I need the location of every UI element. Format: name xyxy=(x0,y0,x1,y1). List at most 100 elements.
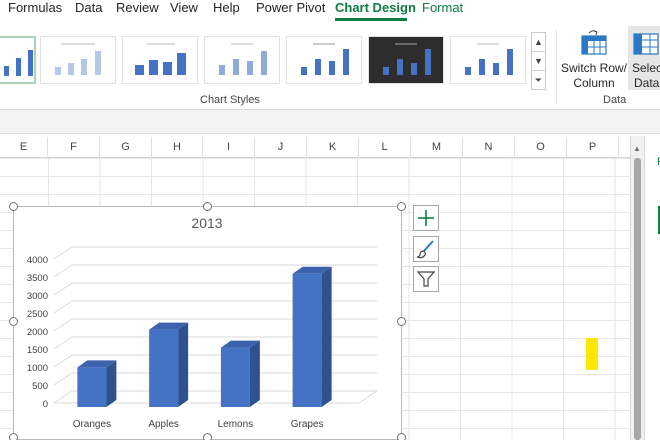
chevron-down-icon[interactable]: ▼ xyxy=(532,52,545,71)
tab-formulas[interactable]: Formulas xyxy=(8,0,62,20)
chart-styles-group-label: Chart Styles xyxy=(200,94,260,106)
column-header-g[interactable]: G xyxy=(100,137,152,158)
column-header-p[interactable]: P xyxy=(567,137,619,158)
tab-power-pivot[interactable]: Power Pivot xyxy=(256,0,325,20)
chart-elements-button[interactable] xyxy=(413,205,439,231)
bar-front xyxy=(220,347,250,407)
column-header-n[interactable]: N xyxy=(463,137,515,158)
chart-style-3[interactable] xyxy=(122,36,198,84)
active-tab-underline xyxy=(335,18,407,21)
side-pane-edge: F xyxy=(644,136,660,440)
resize-handle-top-left[interactable] xyxy=(9,202,18,211)
resize-handle-top[interactable] xyxy=(203,202,212,211)
y-tick-label: 1500 xyxy=(27,345,48,356)
y-tick-label: 4000 xyxy=(27,255,48,266)
chart-style-4[interactable] xyxy=(204,36,280,84)
y-tick-label: 0 xyxy=(43,399,48,410)
chart-styles-button[interactable] xyxy=(413,236,439,262)
gridline-slant xyxy=(53,300,73,314)
highlighted-cell[interactable] xyxy=(586,338,598,370)
y-tick-label: 3500 xyxy=(27,273,48,284)
y-tick-label: 500 xyxy=(32,381,48,392)
column-header-k[interactable]: K xyxy=(307,137,359,158)
tab-review[interactable]: Review xyxy=(116,0,159,20)
group-separator xyxy=(556,30,557,104)
column-header-h[interactable]: H xyxy=(152,137,203,158)
bar-chart-3d: 2013 0 500 1000 1500 2000 2500 3000 3500 4000 Oran… xyxy=(27,215,378,430)
resize-handle-bottom-right[interactable] xyxy=(397,433,406,440)
chart-filters-icon xyxy=(416,271,436,287)
chart-style-5[interactable] xyxy=(286,36,362,84)
column-header-o[interactable]: O xyxy=(515,137,567,158)
bar-side xyxy=(249,340,260,407)
switch-row-column-label-2: Column xyxy=(573,76,615,90)
column-header-f[interactable]: F xyxy=(48,137,100,158)
switch-row-column-button[interactable]: Switch Row/ Column xyxy=(560,26,628,90)
y-tick-label: 1000 xyxy=(27,363,48,374)
chart-style-6[interactable] xyxy=(368,36,444,84)
gridline-slant xyxy=(53,336,73,350)
bar-side xyxy=(106,360,117,407)
x-tick-label: Oranges xyxy=(73,419,111,430)
column-header-i[interactable]: I xyxy=(203,137,255,158)
floor-side-edge xyxy=(358,390,378,404)
data-group-label: Data xyxy=(603,94,627,106)
switch-row-column-icon xyxy=(581,30,607,55)
tab-help[interactable]: Help xyxy=(213,0,240,20)
bar-front xyxy=(149,329,179,407)
ribbon-tabs: Formulas Data Review View Help Power Piv… xyxy=(0,0,660,22)
bar-front xyxy=(77,367,107,407)
gallery-more-icon[interactable]: ⏷ xyxy=(532,71,545,90)
bar-side xyxy=(178,322,189,407)
gridline-slant xyxy=(53,372,73,386)
gridline-slant xyxy=(53,318,73,332)
excel-window: Formulas Data Review View Help Power Piv… xyxy=(0,0,660,440)
bar-front xyxy=(292,273,322,407)
gridline-slant xyxy=(53,282,73,296)
chart-style-2[interactable] xyxy=(40,36,116,84)
chart-object[interactable]: 2013 0 500 1000 1500 2000 2500 3000 3500 4000 Oran… xyxy=(13,206,402,440)
switch-row-column-label-1: Switch Row/ xyxy=(560,61,628,75)
gridline-slant xyxy=(53,354,73,368)
scroll-up-icon[interactable]: ▲ xyxy=(633,144,641,153)
chevron-up-icon[interactable]: ▲ xyxy=(532,33,545,52)
tab-view[interactable]: View xyxy=(170,0,198,20)
chart-style-1[interactable] xyxy=(0,36,36,84)
bar-side xyxy=(321,266,332,407)
column-header-m[interactable]: M xyxy=(411,137,463,158)
chart-elements-plus-icon xyxy=(418,210,434,226)
x-tick-label: Grapes xyxy=(291,419,324,430)
gridline-slant xyxy=(53,246,73,260)
gridline-slant xyxy=(53,264,73,278)
ribbon: ▲ ▼ ⏷ Chart Styles Switch Row/ Column Se… xyxy=(0,22,660,110)
column-header-l[interactable]: L xyxy=(359,137,411,158)
tab-chart-design[interactable]: Chart Design xyxy=(335,0,416,20)
column-header-e[interactable]: E xyxy=(0,137,48,158)
chart-styles-gallery-scroll[interactable]: ▲ ▼ ⏷ xyxy=(531,32,546,90)
y-tick-label: 2500 xyxy=(27,309,48,320)
chart-styles-brush-icon xyxy=(416,240,434,259)
gridline-slant xyxy=(53,390,73,404)
select-data-button[interactable]: Select Data xyxy=(628,26,660,90)
select-data-label-1: Select xyxy=(632,61,660,75)
scrollbar-thumb[interactable] xyxy=(634,158,641,440)
resize-handle-top-right[interactable] xyxy=(397,202,406,211)
chart-title: 2013 xyxy=(191,215,222,231)
x-tick-label: Lemons xyxy=(218,419,254,430)
resize-handle-bottom[interactable] xyxy=(203,433,212,440)
resize-handle-left[interactable] xyxy=(9,317,18,326)
tab-format[interactable]: Format xyxy=(422,0,463,20)
formula-bar-area xyxy=(0,110,660,134)
resize-handle-bottom-left[interactable] xyxy=(9,433,18,440)
resize-handle-right[interactable] xyxy=(397,317,406,326)
y-tick-label: 2000 xyxy=(27,327,48,338)
tab-data[interactable]: Data xyxy=(75,0,102,20)
select-data-icon xyxy=(633,33,659,55)
column-headers: E F G H I J K L M N O P xyxy=(0,137,630,158)
x-tick-label: Apples xyxy=(148,419,179,430)
vertical-scrollbar[interactable]: ▲ xyxy=(630,136,644,440)
chart-style-7[interactable] xyxy=(450,36,526,84)
chart-filters-button[interactable] xyxy=(413,266,439,292)
column-header-j[interactable]: J xyxy=(255,137,307,158)
y-tick-label: 3000 xyxy=(27,291,48,302)
